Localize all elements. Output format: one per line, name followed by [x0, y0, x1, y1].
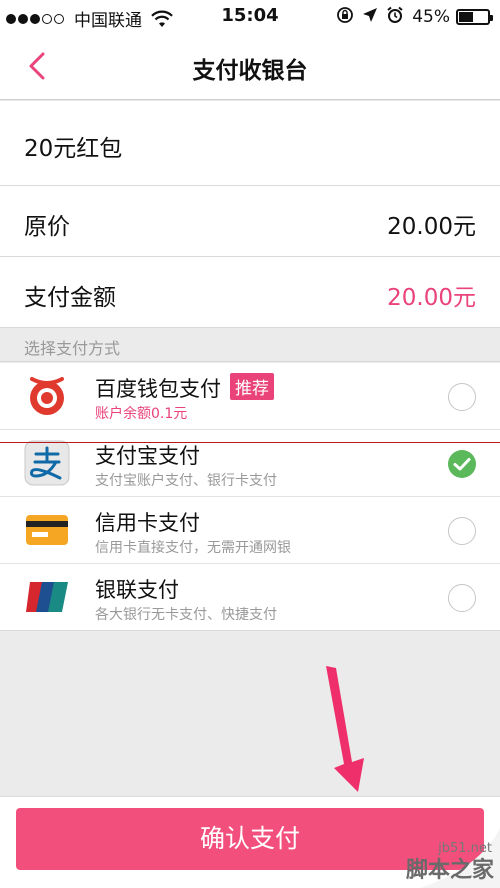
- original-price-label: 原价: [24, 214, 70, 240]
- credit-card-icon: [26, 515, 68, 545]
- status-bar: 中国联通 15:04 45%: [0, 0, 500, 34]
- product-name: 20元红包: [24, 136, 123, 162]
- nav-bar: 支付收银台: [0, 34, 500, 100]
- battery-icon: [456, 9, 493, 25]
- radio-unselected[interactable]: [448, 383, 476, 411]
- payment-option-unionpay[interactable]: 银联支付 各大银行无卡支付、快捷支付: [0, 564, 500, 631]
- location-icon: [362, 7, 378, 27]
- red-line-overlay: [0, 442, 500, 443]
- check-icon: [453, 458, 471, 471]
- payment-subtitle: 支付宝账户支付、银行卡支付: [95, 473, 277, 489]
- annotation-arrow-icon: [326, 666, 364, 792]
- payment-subtitle: 信用卡直接支付，无需开通网银: [95, 540, 291, 556]
- battery-percent: 45%: [412, 7, 450, 27]
- recommend-badge: 推荐: [230, 373, 274, 400]
- payment-name: 支付宝支付: [95, 444, 200, 468]
- payment-section-header: 选择支付方式: [0, 328, 500, 362]
- pay-amount-label: 支付金额: [24, 285, 116, 311]
- alarm-icon: [386, 6, 404, 28]
- baidu-wallet-icon: [30, 377, 64, 415]
- payment-option-baidu[interactable]: 百度钱包支付 推荐 账户余额0.1元: [0, 363, 500, 430]
- payment-name: 百度钱包支付: [95, 377, 221, 401]
- product-row: 20元红包: [0, 101, 500, 186]
- payment-option-credit-card[interactable]: 信用卡支付 信用卡直接支付，无需开通网银: [0, 497, 500, 564]
- payment-subtitle: 账户余额0.1元: [95, 406, 188, 422]
- radio-selected[interactable]: [448, 450, 476, 478]
- unionpay-icon: [26, 582, 68, 612]
- pay-amount-value: 20.00元: [387, 285, 476, 311]
- pay-amount-row: 支付金额 20.00元: [0, 257, 500, 328]
- alipay-icon: [24, 440, 70, 486]
- payment-section-title: 选择支付方式: [24, 339, 121, 358]
- page-title: 支付收银台: [192, 58, 308, 84]
- rotation-lock-icon: [336, 6, 354, 28]
- payment-name: 银联支付: [95, 578, 179, 602]
- original-price-row: 原价 20.00元: [0, 186, 500, 257]
- original-price-value: 20.00元: [387, 214, 476, 240]
- payment-option-alipay[interactable]: 支付宝支付 支付宝账户支付、银行卡支付: [0, 430, 500, 497]
- radio-unselected[interactable]: [448, 517, 476, 545]
- radio-unselected[interactable]: [448, 584, 476, 612]
- payment-name: 信用卡支付: [95, 511, 200, 535]
- watermark-name: 脚本之家: [405, 858, 494, 883]
- payment-subtitle: 各大银行无卡支付、快捷支付: [95, 607, 277, 623]
